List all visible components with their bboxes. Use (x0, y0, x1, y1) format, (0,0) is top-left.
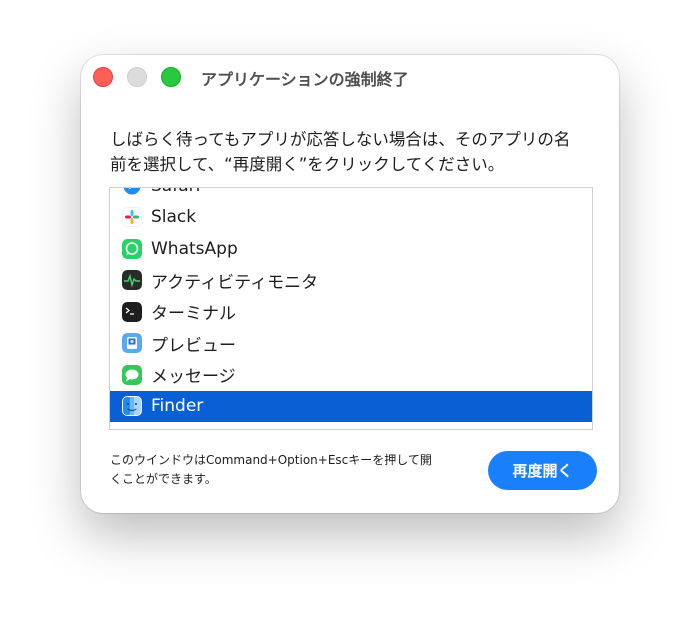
instructions-line-1: しばらく待ってもアプリが応答しない場合は、そのアプリの名 (110, 130, 571, 149)
shortcut-hint-line-1: このウインドウはCommand+Option+Escキーを押して開 (110, 453, 432, 467)
slack-icon (122, 207, 142, 228)
minimize-window-button (127, 67, 147, 87)
whatsapp-icon (122, 238, 142, 259)
finder-icon (122, 396, 142, 417)
app-row-finder[interactable]: Finder (110, 390, 592, 422)
app-row-safari[interactable]: Safari (110, 188, 592, 202)
app-row-messages[interactable]: メッセージ (110, 359, 592, 391)
zoom-window-button[interactable] (161, 67, 181, 87)
instructions-text: しばらく待ってもアプリが応答しない場合は、そのアプリの名 前を選択して、“再度開… (110, 127, 600, 177)
shortcut-hint: このウインドウはCommand+Option+Escキーを押して開 くことができ… (110, 451, 480, 489)
force-quit-window: アプリケーションの強制終了 しばらく待ってもアプリが応答しない場合は、そのアプリ… (81, 55, 619, 513)
app-row-activity-monitor[interactable]: アクティビティモニタ (110, 265, 592, 297)
app-name: アクティビティモニタ (151, 272, 319, 293)
safari-icon (122, 188, 142, 196)
close-window-button[interactable] (93, 67, 113, 87)
screen: アプリケーションの強制終了 しばらく待ってもアプリが応答しない場合は、そのアプリ… (0, 0, 700, 619)
app-row-terminal[interactable]: ターミナル (110, 296, 592, 328)
app-row-slack[interactable]: Slack (110, 202, 592, 234)
app-name: ターミナル (151, 304, 236, 325)
app-row-whatsapp[interactable]: WhatsApp (110, 233, 592, 265)
shortcut-hint-line-2: くことができます。 (110, 472, 217, 486)
reopen-button[interactable]: 再度開く (488, 451, 597, 490)
app-name: Finder (151, 396, 204, 417)
app-list-content: Safari Slack (110, 188, 592, 422)
instructions-line-2: 前を選択して、“再度開く”をクリックしてください。 (110, 155, 505, 174)
app-row-preview[interactable]: プレビュー (110, 328, 592, 360)
messages-icon (122, 364, 142, 385)
preview-icon (122, 333, 142, 354)
app-name: WhatsApp (151, 238, 238, 259)
app-name: プレビュー (151, 335, 236, 356)
app-name: メッセージ (151, 367, 236, 388)
title-bar: アプリケーションの強制終了 (81, 55, 619, 99)
window-title: アプリケーションの強制終了 (201, 70, 409, 89)
activity-monitor-icon (122, 270, 142, 291)
app-name: Safari (151, 188, 200, 196)
app-name: Slack (151, 207, 197, 228)
app-list[interactable]: Safari Slack (109, 187, 593, 430)
terminal-icon (122, 301, 142, 322)
